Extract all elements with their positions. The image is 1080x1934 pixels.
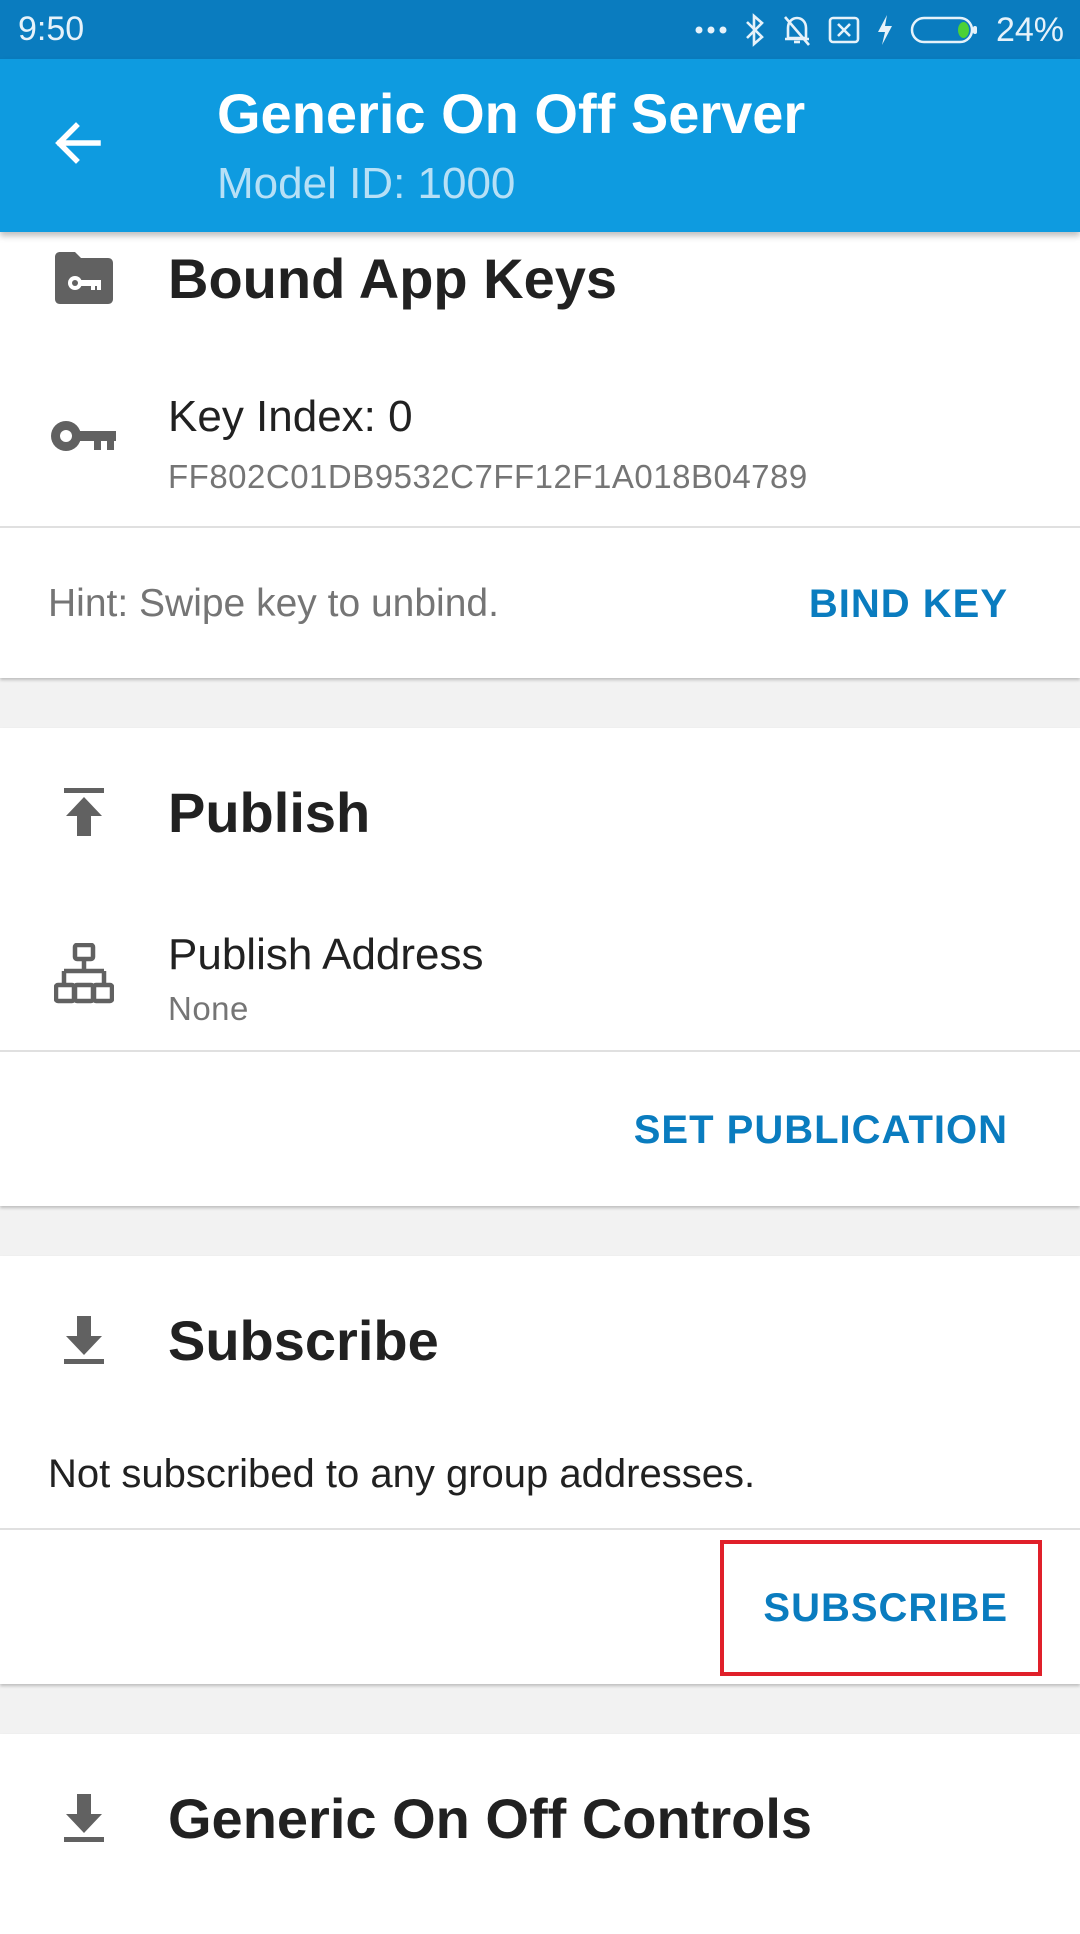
subscribe-title: Subscribe bbox=[168, 1309, 439, 1372]
subscribe-card: Subscribe Not subscribed to any group ad… bbox=[0, 1256, 1080, 1684]
divider bbox=[0, 1528, 1080, 1530]
set-publication-button[interactable]: SET PUBLICATION bbox=[634, 1108, 1008, 1153]
swipe-hint: Hint: Swipe key to unbind. bbox=[48, 582, 499, 625]
subscribe-button[interactable]: SUBSCRIBE bbox=[763, 1586, 1008, 1631]
bound-app-keys-title: Bound App Keys bbox=[168, 247, 618, 310]
divider bbox=[0, 1050, 1080, 1052]
bound-app-keys-card: Bound App Keys Key Index: 0 FF802C01DB95… bbox=[0, 230, 1080, 678]
publish-address-value: None bbox=[168, 990, 249, 1027]
controls-title: Generic On Off Controls bbox=[168, 1787, 813, 1850]
status-bar: 9:50 24% bbox=[0, 0, 1080, 59]
battery-icon bbox=[910, 15, 980, 45]
publish-address-label: Publish Address bbox=[168, 930, 484, 979]
page-subtitle: Model ID: 1000 bbox=[217, 159, 516, 208]
charging-icon bbox=[876, 14, 894, 46]
controls-card: Generic On Off Controls bbox=[0, 1734, 1080, 1934]
battery-percent: 24% bbox=[995, 10, 1064, 49]
key-value: FF802C01DB9532C7FF12F1A018B04789 bbox=[168, 458, 808, 495]
status-time: 9:50 bbox=[18, 10, 85, 48]
bind-key-button[interactable]: BIND KEY bbox=[809, 582, 1008, 627]
bluetooth-icon bbox=[744, 13, 766, 47]
notifications-off-icon bbox=[782, 13, 812, 47]
divider bbox=[0, 526, 1080, 528]
publish-card: Publish Publish Address None SET PUBLICA… bbox=[0, 728, 1080, 1206]
back-button[interactable] bbox=[46, 113, 110, 177]
app-bar: Generic On Off Server Model ID: 1000 bbox=[0, 59, 1080, 232]
sim-blocked-icon bbox=[828, 15, 860, 45]
download-icon bbox=[50, 1306, 118, 1374]
network-icon bbox=[50, 940, 118, 1008]
download-icon bbox=[50, 1784, 118, 1852]
more-dots-icon bbox=[694, 25, 728, 35]
publish-icon bbox=[50, 778, 118, 846]
arrow-back-icon bbox=[52, 117, 104, 174]
key-index-label: Key Index: 0 bbox=[168, 392, 413, 441]
key-icon bbox=[50, 402, 118, 470]
status-icons: 24% bbox=[694, 8, 1064, 52]
page-title: Generic On Off Server bbox=[217, 82, 806, 145]
subscribe-empty-message: Not subscribed to any group addresses. bbox=[48, 1452, 756, 1496]
publish-title: Publish bbox=[168, 781, 371, 844]
folder-key-icon bbox=[50, 244, 118, 312]
